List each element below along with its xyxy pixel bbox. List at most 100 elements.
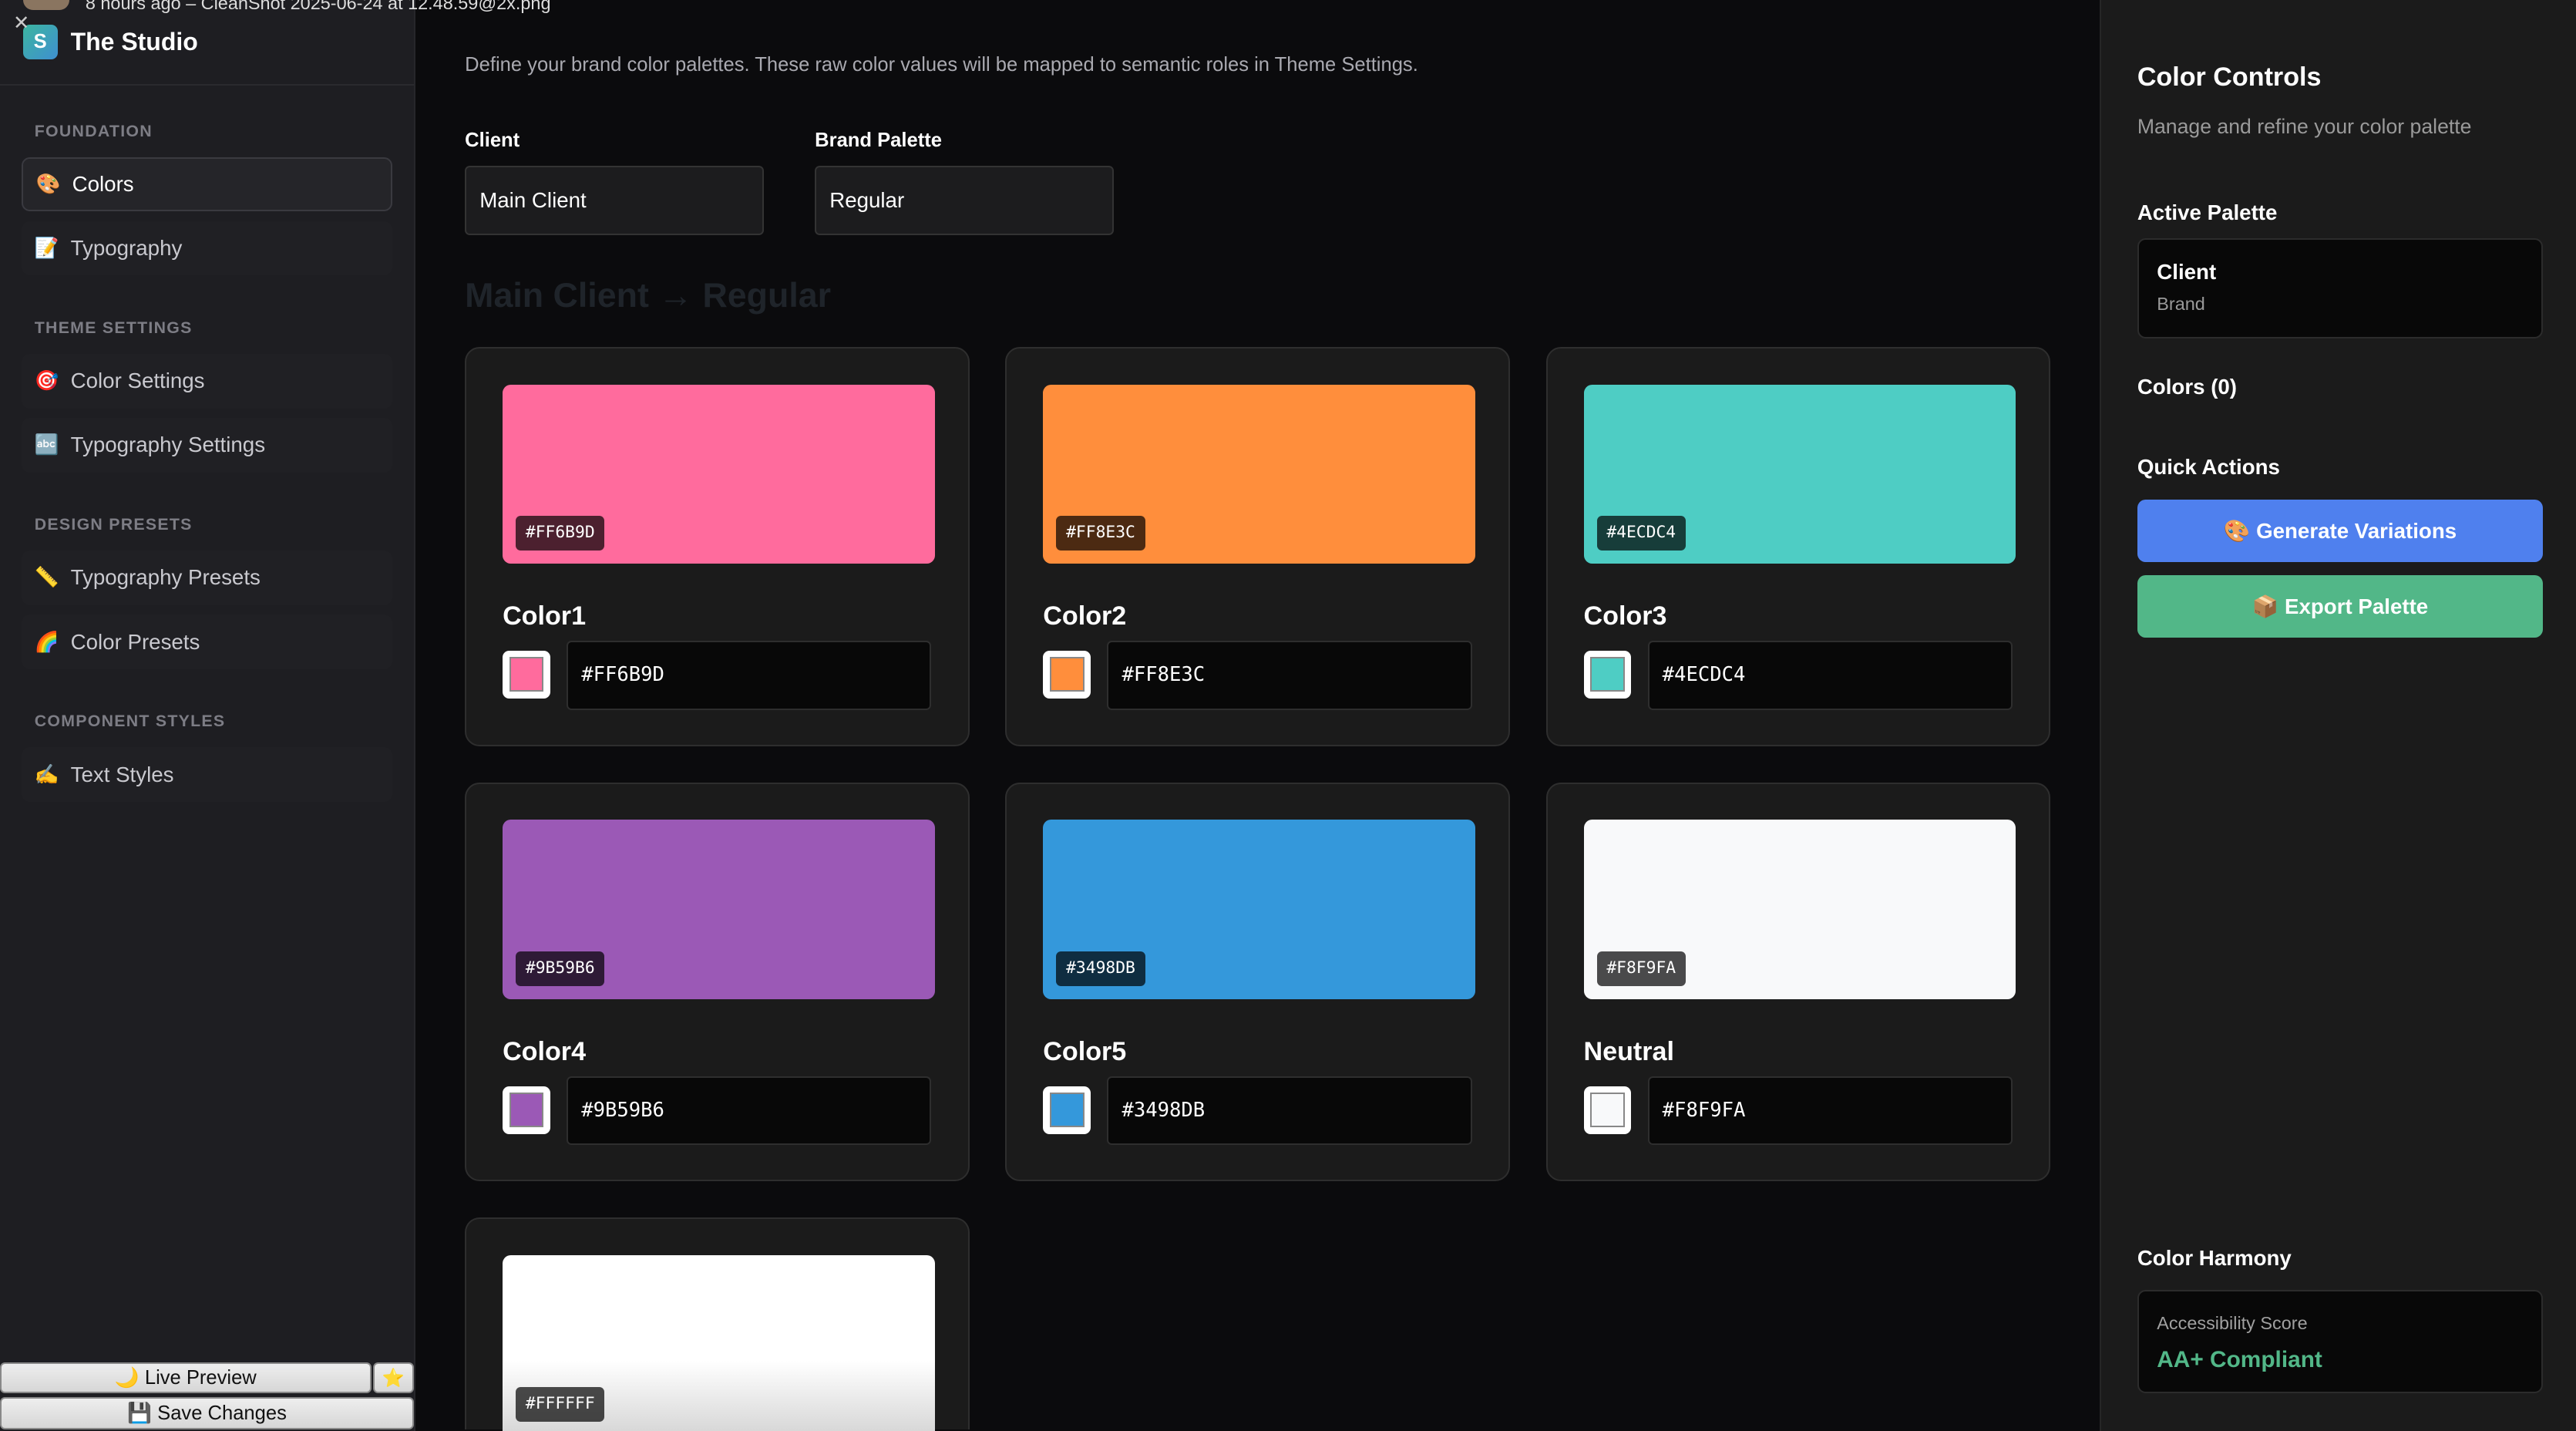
color-picker-fill [1049,657,1085,692]
hex-input[interactable]: #9B59B6 [567,1076,932,1146]
color-picker-fill [1590,657,1625,692]
client-label: Client [465,130,520,152]
avatar [22,0,69,10]
quick-actions-heading: Quick Actions [2137,455,2280,480]
memo-icon: 📝 [34,237,59,260]
sidebar-item-colors[interactable]: 🎨 Colors [21,157,393,212]
breadcrumb: Main Client → Regular [465,276,832,315]
client-select[interactable]: Main Client [465,166,765,235]
sidebar-section-title: THEME SETTINGS [34,318,193,337]
target-icon: 🎯 [34,370,59,392]
color-card: #FFFFFF [465,1217,970,1431]
brand-palette-select[interactable]: Regular [815,166,1115,235]
color-card: #FF8E3C Color2 #FF8E3C [1005,346,1510,746]
generate-variations-button[interactable]: 🎨 Generate Variations [2137,499,2544,562]
rainbow-icon: 🌈 [34,631,59,653]
accessibility-label: Accessibility Score [2157,1312,2308,1333]
panel-subtitle: Manage and refine your color palette [2137,115,2472,139]
color-picker-fill [509,1093,544,1127]
sidebar-item-color-presets[interactable]: 🌈 Color Presets [21,614,393,669]
hex-input[interactable]: #FF8E3C [1107,641,1472,710]
color-harmony-heading: Color Harmony [2137,1245,2292,1270]
color-swatch[interactable]: #FFFFFF [503,1255,935,1431]
color-name: Color4 [503,1036,587,1066]
color-picker-fill [1590,1093,1625,1127]
hex-input[interactable]: #FF6B9D [567,641,932,710]
palette-icon: 🎨 [35,173,61,196]
color-name: Color5 [1043,1036,1127,1066]
sidebar-nav: FOUNDATION 🎨 Colors 📝 Typography THEME SETTIN… [21,102,393,811]
sidebar-section-title: COMPONENT STYLES [34,712,226,731]
divider [0,83,415,86]
colors-count: Colors (0) [2137,374,2238,399]
star-button[interactable]: ⭐ [372,1362,415,1394]
hex-badge: #FF6B9D [516,516,605,551]
live-preview-button[interactable]: 🌙 Live Preview [0,1362,372,1394]
color-picker[interactable] [503,1086,550,1134]
sidebar-item-label: Typography Presets [70,565,261,590]
color-card: #3498DB Color5 #3498DB [1005,782,1510,1182]
color-swatch[interactable]: #4ECDC4 [1583,384,2016,564]
brand: S The Studio [22,24,198,59]
writing-hand-icon: ✍️ [34,763,59,786]
color-picker[interactable] [1583,1086,1632,1134]
color-name: Color3 [1583,601,1667,631]
main-content: Define your brand color palettes. These … [417,0,2100,1431]
sidebar-item-label: Typography [70,236,183,261]
sidebar-item-color-settings[interactable]: 🎯 Color Settings [21,354,393,409]
hex-badge: #F8F9FA [1596,951,1686,986]
hex-input[interactable]: #3498DB [1107,1076,1472,1146]
color-picker[interactable] [1043,1086,1091,1134]
sidebar-item-typography[interactable]: 📝 Typography [21,221,393,276]
window-title: 8 hours ago – CleanShot 2025-06-24 at 12… [85,0,551,13]
sidebar-item-label: Typography Settings [70,433,266,457]
color-card: #4ECDC4 Color3 #4ECDC4 [1545,346,2050,746]
accessibility-card: Accessibility Score AA+ Compliant [2137,1290,2544,1394]
hex-badge: #4ECDC4 [1596,516,1686,551]
color-swatch[interactable]: #F8F9FA [1583,820,2016,999]
hex-input[interactable]: #4ECDC4 [1647,641,2013,710]
active-palette-name: Client [2157,259,2217,284]
app-name: The Studio [70,27,198,56]
color-name: Color1 [503,601,587,631]
accessibility-value: AA+ Compliant [2157,1346,2322,1372]
color-picker[interactable] [1043,650,1091,699]
color-card: #FF6B9D Color1 #FF6B9D [465,346,970,746]
sidebar-item-label: Color Presets [70,629,200,654]
color-picker[interactable] [1583,650,1632,699]
color-picker-fill [509,657,544,692]
color-swatch[interactable]: #FF8E3C [1043,384,1475,564]
hex-input[interactable]: #F8F9FA [1647,1076,2013,1146]
color-name: Neutral [1583,1036,1674,1066]
sidebar-item-typography-settings[interactable]: 🔤 Typography Settings [21,418,393,473]
color-card: #F8F9FA Neutral #F8F9FA [1545,782,2050,1182]
save-changes-button[interactable]: 💾 Save Changes [0,1396,415,1430]
sidebar-item-label: Colors [72,172,134,197]
panel-title: Color Controls [2137,62,2322,92]
sidebar-item-typography-presets[interactable]: 📏 Typography Presets [21,551,393,605]
sidebar: S The Studio ✕ FOUNDATION 🎨 Colors 📝 Typogra… [0,0,416,1431]
close-icon[interactable]: ✕ [13,12,29,35]
active-palette-type: Brand [2157,294,2205,315]
abc-icon: 🔤 [34,434,59,456]
sidebar-item-text-styles[interactable]: ✍️ Text Styles [21,747,393,802]
hex-badge: #9B59B6 [516,951,605,986]
window-titlebar: 8 hours ago – CleanShot 2025-06-24 at 12… [0,0,2576,12]
color-swatch[interactable]: #3498DB [1043,820,1475,999]
sidebar-item-label: Color Settings [70,369,205,393]
color-card: #9B59B6 Color4 #9B59B6 [465,782,970,1182]
export-palette-button[interactable]: 📦 Export Palette [2137,574,2544,638]
brand-palette-label: Brand Palette [815,130,942,152]
color-picker[interactable] [503,650,550,699]
app-window: S The Studio ✕ FOUNDATION 🎨 Colors 📝 Typogra… [0,0,2576,1431]
active-palette-card[interactable]: Client Brand [2137,238,2544,339]
color-swatch[interactable]: #FF6B9D [503,384,935,564]
sidebar-section-title: DESIGN PRESETS [34,515,193,534]
color-swatch[interactable]: #9B59B6 [503,820,935,999]
color-controls-panel: Color Controls Manage and refine your co… [2099,0,2576,1431]
page-description: Define your brand color palettes. These … [465,54,1418,76]
hex-badge: #FFFFFF [516,1386,605,1422]
sidebar-item-label: Text Styles [70,762,174,786]
active-palette-heading: Active Palette [2137,200,2278,225]
sidebar-section-title: FOUNDATION [34,121,153,140]
